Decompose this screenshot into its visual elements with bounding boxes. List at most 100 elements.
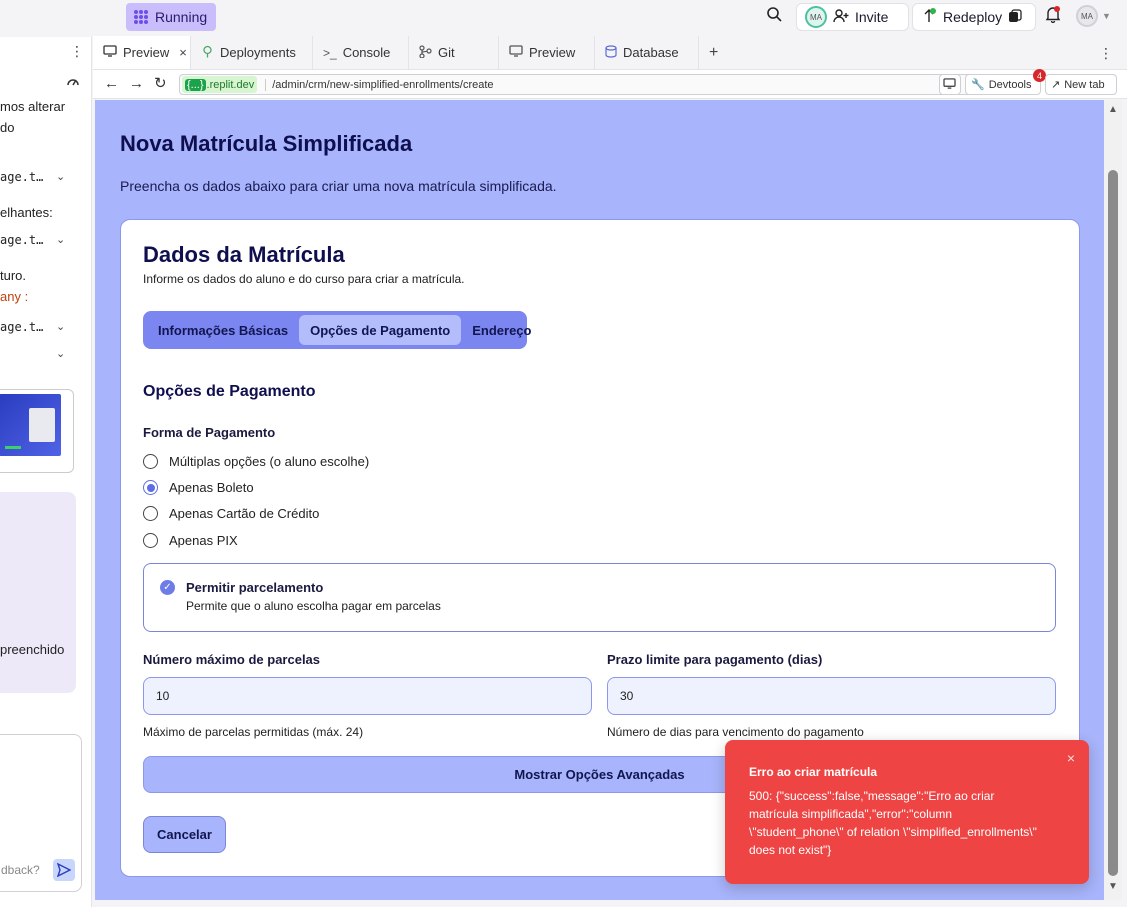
- send-icon[interactable]: [53, 859, 75, 881]
- invite-label: Invite: [855, 9, 889, 25]
- chat-code-text: any :: [0, 289, 29, 304]
- chat-input-box[interactable]: dback?: [0, 734, 82, 892]
- tab-console[interactable]: >_ Console: [313, 36, 409, 69]
- payment-option-credit-card[interactable]: Apenas Cartão de Crédito: [143, 506, 319, 521]
- radio-button[interactable]: [143, 454, 158, 469]
- radio-button[interactable]: [143, 480, 158, 495]
- chat-input-placeholder: dback?: [1, 863, 40, 877]
- tab-label: Database: [623, 45, 679, 60]
- profile-avatar: MA: [1076, 5, 1098, 27]
- workspace-tabs: Preview × Deployments >_ Console Git Pre…: [93, 36, 1127, 70]
- invite-button[interactable]: MA Invite: [796, 3, 909, 31]
- kebab-menu-icon[interactable]: ⋮: [1099, 45, 1113, 62]
- payment-deadline-label: Prazo limite para pagamento (dias): [607, 652, 823, 667]
- terminal-icon: >_: [323, 45, 337, 60]
- tab-label: Preview: [123, 45, 170, 60]
- radio-button[interactable]: [143, 506, 158, 521]
- wrench-icon: 🔧: [971, 79, 985, 91]
- bell-icon[interactable]: [1045, 6, 1061, 26]
- search-icon[interactable]: [766, 6, 782, 25]
- browser-address-row: ← → ↻ {...} .replit.dev /admin/crm/new-s…: [93, 69, 1127, 99]
- file-reference[interactable]: age.t…: [0, 320, 43, 334]
- domain-chip: {...} .replit.dev: [182, 76, 258, 93]
- kebab-menu-icon[interactable]: ⋮: [70, 43, 84, 60]
- tab-git[interactable]: Git: [409, 36, 499, 69]
- devtools-label: Devtools: [988, 78, 1032, 91]
- payment-option-pix[interactable]: Apenas PIX: [143, 533, 238, 548]
- payment-deadline-help: Número de dias para vencimento do pagame…: [607, 725, 864, 739]
- payment-method-label: Forma de Pagamento: [143, 425, 276, 440]
- database-icon: [605, 44, 617, 61]
- step-tabs: Informações Básicas Opções de Pagamento …: [143, 311, 531, 349]
- top-bar: Running MA Invite Redeploy MA ▼: [0, 0, 1127, 37]
- radio-label: Apenas Cartão de Crédito: [169, 506, 320, 521]
- chevron-down-icon[interactable]: ⌄: [56, 320, 65, 333]
- external-link-icon: ↗: [1051, 79, 1061, 91]
- run-status-button[interactable]: Running: [126, 3, 217, 31]
- close-icon[interactable]: ×: [1067, 750, 1075, 766]
- tab-preview-2[interactable]: Preview: [499, 36, 595, 69]
- tab-payment-options[interactable]: Opções de Pagamento: [299, 315, 462, 345]
- page-title: Nova Matrícula Simplificada: [120, 131, 413, 156]
- git-icon: [419, 44, 432, 61]
- checkbox-checked-icon[interactable]: ✓: [160, 580, 175, 595]
- profile-menu[interactable]: MA ▼: [1076, 5, 1111, 27]
- payment-option-multiple[interactable]: Múltiplas opções (o aluno escolhe): [143, 454, 369, 469]
- chat-text: turo.: [0, 268, 27, 283]
- url-input[interactable]: {...} .replit.dev /admin/crm/new-simplif…: [179, 74, 1027, 95]
- chevron-down-icon[interactable]: ⌄: [56, 347, 65, 360]
- installments-title: Permitir parcelamento: [186, 580, 324, 595]
- forward-arrow-icon[interactable]: →: [129, 75, 144, 92]
- redeploy-button[interactable]: Redeploy: [912, 3, 1036, 31]
- add-tab-button[interactable]: +: [699, 36, 728, 69]
- max-installments-input[interactable]: 10: [143, 677, 592, 715]
- add-user-icon: [833, 8, 849, 27]
- scroll-up-icon[interactable]: ▲: [1108, 104, 1118, 115]
- scrollbar-thumb[interactable]: [1108, 170, 1118, 876]
- tab-preview[interactable]: Preview ×: [93, 36, 191, 69]
- tab-label: Git: [438, 45, 455, 60]
- tab-basic-info[interactable]: Informações Básicas: [147, 315, 299, 345]
- cancel-button[interactable]: Cancelar: [143, 816, 226, 853]
- device-toggle-button[interactable]: [939, 74, 961, 95]
- close-icon[interactable]: ×: [179, 45, 187, 60]
- chat-text: mos alterar: [0, 99, 66, 114]
- payment-deadline-input[interactable]: 30: [607, 677, 1056, 715]
- card-title: Dados da Matrícula: [143, 242, 345, 267]
- screenshot-thumbnail[interactable]: [0, 389, 74, 473]
- new-tab-label: New tab: [1064, 78, 1105, 91]
- replit-domain-icon: {...}: [185, 78, 206, 91]
- max-installments-label: Número máximo de parcelas: [143, 652, 321, 667]
- monitor-icon: [509, 45, 523, 60]
- toast-title: Erro ao criar matrícula: [749, 765, 878, 779]
- radio-button[interactable]: [143, 533, 158, 548]
- refresh-icon[interactable]: ↻: [154, 74, 167, 92]
- chevron-down-icon[interactable]: ⌄: [56, 233, 65, 246]
- tab-address[interactable]: Endereço: [461, 315, 542, 345]
- redeploy-icon: [921, 7, 937, 27]
- devtools-button[interactable]: 🔧 Devtools 4: [965, 69, 1046, 95]
- tab-deployments[interactable]: Deployments: [191, 36, 313, 69]
- error-toast: × Erro ao criar matrícula 500: {"success…: [725, 740, 1089, 884]
- back-arrow-icon[interactable]: ←: [104, 75, 119, 92]
- radio-label: Apenas Boleto: [169, 480, 254, 495]
- payment-option-boleto[interactable]: Apenas Boleto: [143, 480, 254, 495]
- run-status-label: Running: [155, 9, 208, 25]
- scrollbar[interactable]: ▲ ▼: [1104, 100, 1122, 900]
- url-path: /admin/crm/new-simplified-enrollments/cr…: [265, 78, 494, 91]
- installments-description: Permite que o aluno escolha pagar em par…: [186, 599, 441, 613]
- tab-database[interactable]: Database: [595, 36, 699, 69]
- chat-text: preenchido: [0, 642, 65, 657]
- avatar: MA: [805, 6, 827, 28]
- installments-toggle-box[interactable]: ✓ Permitir parcelamento Permite que o al…: [143, 563, 1056, 632]
- scroll-down-icon[interactable]: ▼: [1108, 881, 1118, 892]
- max-installments-help: Máximo de parcelas permitidas (máx. 24): [143, 725, 364, 739]
- file-reference[interactable]: age.t…: [0, 233, 43, 247]
- domain-text: .replit.dev: [206, 78, 255, 91]
- chevron-down-icon[interactable]: ⌄: [56, 170, 65, 183]
- chat-text: elhantes:: [0, 205, 53, 220]
- new-tab-button[interactable]: ↗ New tab: [1045, 74, 1117, 95]
- file-reference[interactable]: age.t…: [0, 170, 43, 184]
- thumbnail-image: [0, 394, 61, 456]
- radio-label: Apenas PIX: [169, 533, 238, 548]
